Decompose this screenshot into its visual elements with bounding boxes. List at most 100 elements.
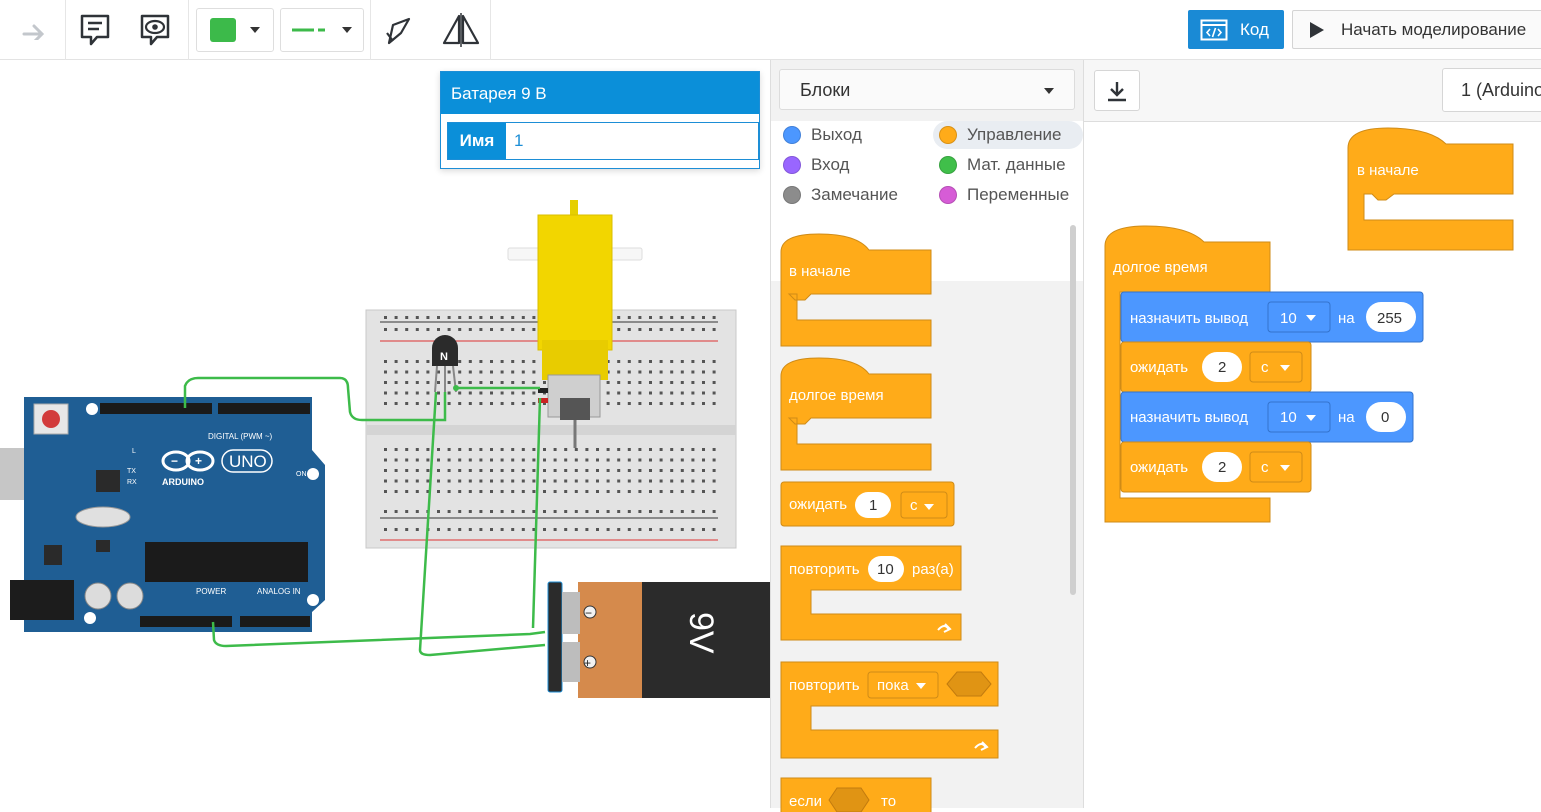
name-input[interactable]: 1 <box>506 123 758 159</box>
chevron-down-icon <box>342 27 352 33</box>
analog-in-label: ANALOG IN <box>257 587 301 596</box>
battery-voltage-label: 9V <box>682 612 720 654</box>
category-dot <box>783 186 801 204</box>
blocks-mode-dropdown[interactable]: Блоки <box>779 69 1075 110</box>
category-dot <box>939 126 957 144</box>
wait-label: ожидать <box>1130 359 1188 376</box>
notes-icon <box>80 14 110 46</box>
arduino-label: ARDUINO <box>162 477 204 487</box>
pin-value: 10 <box>1280 409 1297 426</box>
mirror-button[interactable] <box>438 8 484 52</box>
category-label: Выход <box>811 125 862 144</box>
category-output[interactable]: Выход <box>777 121 917 149</box>
block-forever[interactable] <box>780 357 932 471</box>
play-icon <box>1310 21 1324 38</box>
rotate-button[interactable] <box>378 8 418 52</box>
forever-label: долгое время <box>1113 259 1208 276</box>
notes-button[interactable] <box>74 8 116 52</box>
category-dot <box>783 126 801 144</box>
name-label: Имя <box>448 123 506 159</box>
wait-unit: с <box>1261 359 1269 376</box>
device-selector[interactable]: 1 (Arduino Uno R3) <box>1442 68 1541 112</box>
pin-value: 10 <box>1280 310 1297 327</box>
category-label: Переменные <box>967 185 1070 204</box>
battery-minus-label: − <box>585 606 592 620</box>
transistor-label: N <box>440 351 448 363</box>
power-label: POWER <box>196 587 226 596</box>
block-label: долгое время <box>789 387 884 404</box>
category-control[interactable]: Управление <box>933 121 1083 149</box>
category-label: Вход <box>811 155 850 174</box>
toolbar: Код Начать моделирование <box>0 0 1541 60</box>
svg-text:+: + <box>195 454 202 468</box>
block-on-start[interactable] <box>780 233 932 347</box>
wait-label: ожидать <box>1130 459 1188 476</box>
category-math[interactable]: Мат. данные <box>933 151 1083 179</box>
block-label: если <box>789 793 822 810</box>
block-palette: Блоки Выход Управление Вход Мат. данные … <box>770 60 1084 812</box>
rotate-icon <box>386 17 411 45</box>
eye-icon <box>140 14 170 46</box>
workspace-header: 1 (Arduino Uno R3) <box>1084 60 1541 122</box>
script-on-start[interactable] <box>1347 127 1514 251</box>
category-variables[interactable]: Переменные <box>933 181 1083 209</box>
l-led-label: L <box>132 448 136 455</box>
category-label: Замечание <box>811 185 898 204</box>
arduino-uno-board[interactable]: − + UNO ARDUINO DIGITAL (PWM ~) POWER AN… <box>10 397 325 632</box>
condition-slot[interactable] <box>946 671 992 697</box>
block-label: повторить <box>789 677 860 694</box>
code-blocks: в начале долгое время назначить вывод 10… <box>1104 127 1514 523</box>
blocks-mode-label: Блоки <box>800 80 851 100</box>
repeat-count: 10 <box>877 561 894 578</box>
pin-dropdown[interactable] <box>1267 401 1331 433</box>
wait-unit-dropdown[interactable] <box>1249 351 1303 383</box>
tx-label: TX <box>127 468 136 475</box>
palette-blocks: в начале долгое время ожидать 1 с повтор… <box>780 233 999 812</box>
block-label: повторить <box>789 561 860 578</box>
download-code-button[interactable] <box>1094 70 1140 111</box>
category-label: Управление <box>967 125 1062 144</box>
code-button[interactable]: Код <box>1188 10 1284 49</box>
wait-unit: с <box>910 497 918 514</box>
on-label: ON <box>296 471 307 478</box>
code-button-label: Код <box>1240 19 1269 39</box>
battery-9v[interactable]: − + 9V <box>547 581 770 698</box>
block-label: то <box>881 793 896 810</box>
line-style-picker[interactable] <box>280 8 364 52</box>
on-start-label: в начале <box>1357 162 1419 179</box>
fill-color-swatch <box>210 18 236 42</box>
npn-transistor[interactable]: N <box>432 335 458 393</box>
name-field-row: Имя 1 <box>447 122 759 160</box>
component-properties-popup: Батарея 9 В Имя 1 <box>440 71 760 169</box>
rx-label: RX <box>127 479 137 486</box>
set-pin-mid-label: на <box>1338 409 1355 426</box>
category-dot <box>939 156 957 174</box>
download-icon <box>1108 81 1126 101</box>
category-input[interactable]: Вход <box>777 151 917 179</box>
category-comment[interactable]: Замечание <box>777 181 917 209</box>
condition-slot[interactable] <box>828 787 870 812</box>
set-pin-label: назначить вывод <box>1130 310 1248 327</box>
circuit-canvas[interactable]: − + UNO ARDUINO DIGITAL (PWM ~) POWER AN… <box>0 60 770 808</box>
wait-unit-dropdown[interactable] <box>900 491 948 519</box>
category-label: Мат. данные <box>967 155 1066 174</box>
repeat-mode: пока <box>877 677 909 694</box>
block-label: в начале <box>789 263 851 280</box>
fill-color-picker[interactable] <box>196 8 274 52</box>
redo-arrow-icon <box>22 24 45 40</box>
pin-dropdown[interactable] <box>1267 301 1331 333</box>
visibility-button[interactable] <box>134 8 176 52</box>
block-label: раз(а) <box>912 561 954 578</box>
uno-label: UNO <box>229 452 267 471</box>
wait-unit-dropdown[interactable] <box>1249 451 1303 483</box>
start-simulation-button[interactable]: Начать моделирование <box>1292 10 1541 49</box>
redo-button[interactable] <box>14 8 54 52</box>
set-pin-mid-label: на <box>1338 310 1355 327</box>
code-workspace[interactable]: 1 (Arduino Uno R3) в начале долгое время… <box>1083 60 1541 808</box>
mirror-icon <box>442 13 480 47</box>
start-simulation-label: Начать моделирование <box>1341 19 1527 39</box>
block-label: ожидать <box>789 496 847 513</box>
wait-value: 1 <box>869 497 877 514</box>
digital-label: DIGITAL (PWM ~) <box>208 432 273 441</box>
wait-unit: с <box>1261 459 1269 476</box>
